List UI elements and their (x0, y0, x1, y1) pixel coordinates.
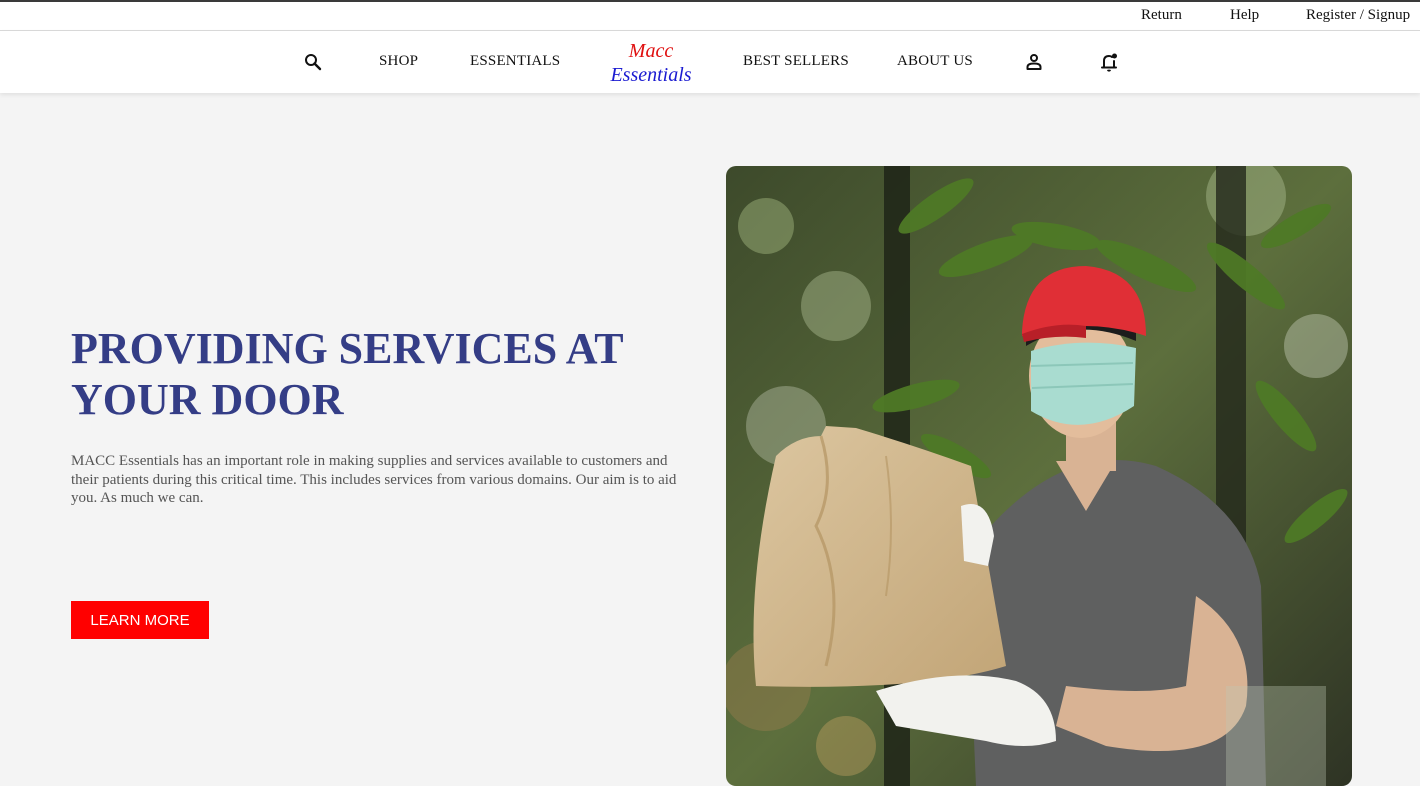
hero-image (726, 166, 1352, 786)
delivery-person-photo (726, 166, 1352, 786)
hero-description: MACC Essentials has an important role in… (71, 453, 677, 506)
nav-shop[interactable]: SHOP (379, 53, 418, 70)
return-link[interactable]: Return (1141, 7, 1182, 24)
register-signup-link[interactable]: Register / Signup (1306, 7, 1410, 24)
main-navigation: SHOP ESSENTIALS Macc Essentials BEST SEL… (0, 31, 1420, 93)
search-icon[interactable] (304, 53, 322, 76)
hero-heading: PROVIDING SERVICES AT YOUR DOOR (71, 324, 623, 424)
learn-more-button[interactable]: LEARN MORE (71, 601, 209, 639)
person-icon[interactable] (1025, 53, 1043, 76)
logo-line-essentials: Essentials (610, 64, 692, 86)
notification-bell-icon[interactable] (1100, 52, 1119, 77)
nav-essentials[interactable]: ESSENTIALS (470, 53, 560, 70)
nav-about-us[interactable]: ABOUT US (897, 53, 973, 70)
nav-best-sellers[interactable]: BEST SELLERS (743, 53, 849, 70)
macc-essentials-logo[interactable]: Macc Essentials (600, 39, 702, 87)
logo-line-macc: Macc (628, 40, 674, 62)
help-link[interactable]: Help (1230, 7, 1259, 24)
utility-bar: Return Help Register / Signup (0, 2, 1420, 31)
